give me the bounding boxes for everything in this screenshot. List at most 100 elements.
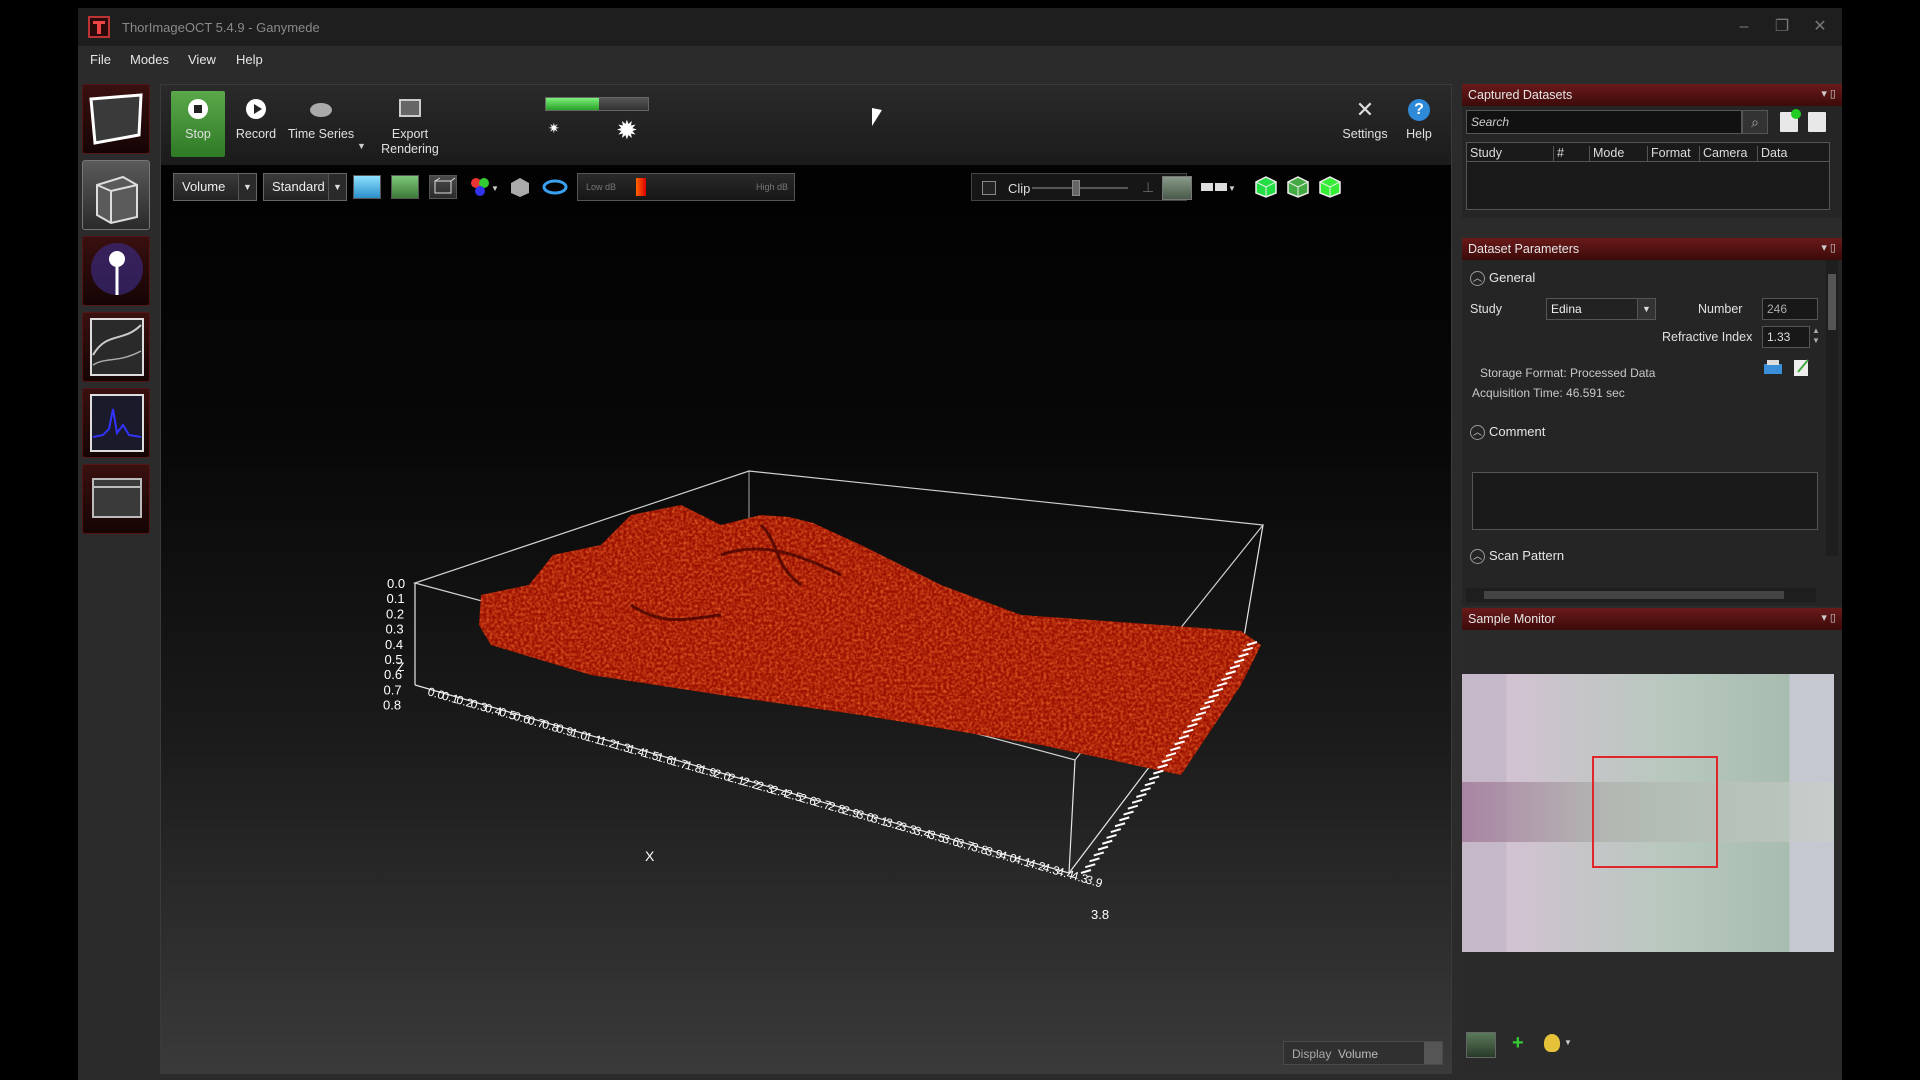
z-tick-label: 0.2 [386,606,404,621]
z-tick-label: 0.7 [384,682,402,697]
refractive-index-stepper[interactable]: ▲ ▼ [1812,326,1820,346]
volume-viewer[interactable]: Stop Record Time Series ▼ Export Renderin… [160,84,1452,1074]
mode-2d-button[interactable] [82,84,150,154]
y-tick-mark [1123,810,1134,816]
study-select[interactable]: Edina ▼ [1546,298,1656,320]
sample-monitor-tools: + ▼ [1462,1030,1834,1060]
refractive-index-field[interactable]: 1.33 [1762,326,1810,348]
col-study[interactable]: Study [1467,146,1502,162]
study-value: Edina [1551,302,1582,316]
number-field[interactable]: 246 [1762,298,1818,320]
title-bar: ThorImageOCT 5.4.9 - Ganymede – ❐ ✕ [78,8,1842,46]
col-format[interactable]: Format [1647,146,1691,162]
mode-doppler-button[interactable] [82,236,150,306]
sample-monitor-header[interactable]: Sample Monitor ▾ ▯ [1462,608,1842,630]
print-icon[interactable] [1762,358,1784,378]
datasets-table-body[interactable] [1466,162,1830,210]
chevron-down-icon: ▼ [1637,299,1655,319]
col-number[interactable]: # [1553,146,1564,162]
collapse-icon: ︿ [1470,425,1485,441]
volume-render[interactable]: 0.00.10.20.30.40.50.60.70.8 0.00.10.20.3… [161,85,1453,1075]
menu-modes[interactable]: Modes [130,52,169,67]
mode-bar [78,84,154,544]
right-panel: Captured Datasets ▾ ▯ Search ⌕ Study # M… [1462,84,1842,1074]
menu-view[interactable]: View [188,52,216,67]
sample-monitor-title: Sample Monitor [1468,612,1556,626]
y-tick-mark [1110,828,1122,834]
dataset-parameters-header[interactable]: Dataset Parameters ▾ ▯ [1462,238,1842,260]
comment-section-toggle[interactable]: ︿ Comment [1470,424,1545,441]
menu-file[interactable]: File [90,52,111,67]
storage-format-text: Storage Format: Processed Data [1480,366,1656,380]
comment-textarea[interactable] [1472,472,1818,530]
y-tick-mark [1131,798,1143,804]
scan-pattern-section-toggle[interactable]: ︿ Scan Pattern [1470,548,1564,565]
volume-data [479,505,1261,775]
mode-window-button[interactable] [82,464,150,534]
app-window: ThorImageOCT 5.4.9 - Ganymede – ❐ ✕ File… [78,8,1842,1080]
mouse-cursor [872,108,882,126]
display-label: Display [1292,1047,1332,1061]
dataset-parameters-panel: ︿ General Study Edina ▼ Number 246 Refrac… [1462,260,1842,606]
collapse-icon: ︿ [1470,549,1485,565]
refractive-index-label: Refractive Index [1662,330,1753,344]
app-logo-icon [88,16,110,38]
acquisition-time-text: Acquisition Time: 46.591 sec [1472,386,1625,400]
chevron-down-icon[interactable]: ▼ [1564,1038,1572,1047]
y-tick-mark [1093,851,1105,857]
scan-line-tool-icon[interactable] [1466,1032,1496,1058]
col-camera[interactable]: Camera [1699,146,1747,162]
cube-icon [96,175,138,225]
collapse-icon: ︿ [1470,271,1485,287]
add-icon[interactable]: + [1512,1032,1524,1055]
mode-ascan-button[interactable] [82,388,150,458]
col-mode[interactable]: Mode [1589,146,1624,162]
pin-icon[interactable]: ▾ ▯ [1821,87,1836,100]
edit-document-icon[interactable] [1792,356,1812,378]
dataset-parameters-title: Dataset Parameters [1468,242,1580,256]
y-tick-mark [1097,845,1109,851]
probe-icon [91,243,143,295]
light-bulb-icon[interactable] [1544,1034,1560,1052]
number-label: Number [1698,302,1743,316]
parameters-horizontal-scrollbar[interactable] [1466,588,1816,602]
chevron-down-icon [1424,1042,1442,1064]
scan-area-rectangle[interactable] [1592,756,1718,868]
y-corner-label: 3.8 [1091,907,1109,922]
y-tick-mark [1089,857,1100,863]
z-tick-label: 0.1 [387,591,405,606]
col-data[interactable]: Data [1757,146,1787,162]
new-dataset-icon[interactable] [1780,109,1801,132]
z-tick-label: 0.4 [385,637,403,652]
pin-icon[interactable]: ▾ ▯ [1821,611,1836,624]
general-section-toggle[interactable]: ︿ General [1470,270,1535,287]
display-value: Volume [1338,1047,1379,1061]
parameters-vertical-scrollbar[interactable] [1826,260,1838,556]
display-select[interactable]: Display Volume [1283,1041,1443,1065]
dataset-options-icon[interactable] [1808,112,1826,132]
y-tick-mark [1136,793,1147,798]
y-tick-mark [1106,833,1117,839]
pin-icon[interactable]: ▾ ▯ [1821,241,1836,254]
dataset-search-input[interactable]: Search [1466,110,1742,134]
y-tick-mark [1127,804,1139,810]
x-tick-label: 3.9 [1084,872,1104,890]
y-tick-mark [1101,839,1113,845]
z-tick-label: 0.8 [383,698,401,713]
captured-datasets-title: Captured Datasets [1468,88,1573,102]
scan-curve-icon [90,318,144,376]
x-axis-label: X [645,848,655,864]
captured-datasets-header[interactable]: Captured Datasets ▾ ▯ [1462,84,1842,106]
menu-help[interactable]: Help [236,52,263,67]
close-button[interactable]: ✕ [1804,16,1836,38]
y-tick-mark [1148,775,1160,781]
mode-3d-button[interactable] [82,160,150,230]
restore-button[interactable]: ❐ [1766,16,1798,38]
y-tick-mark [1144,781,1156,787]
search-icon[interactable]: ⌕ [1742,110,1768,134]
mode-speckle-button[interactable] [82,312,150,382]
z-tick-label: 0.3 [386,622,404,637]
sample-camera-image[interactable] [1462,674,1834,952]
minimize-button[interactable]: – [1728,16,1760,38]
z-axis-ticks: 0.00.10.20.30.40.50.60.70.8 [383,576,405,713]
